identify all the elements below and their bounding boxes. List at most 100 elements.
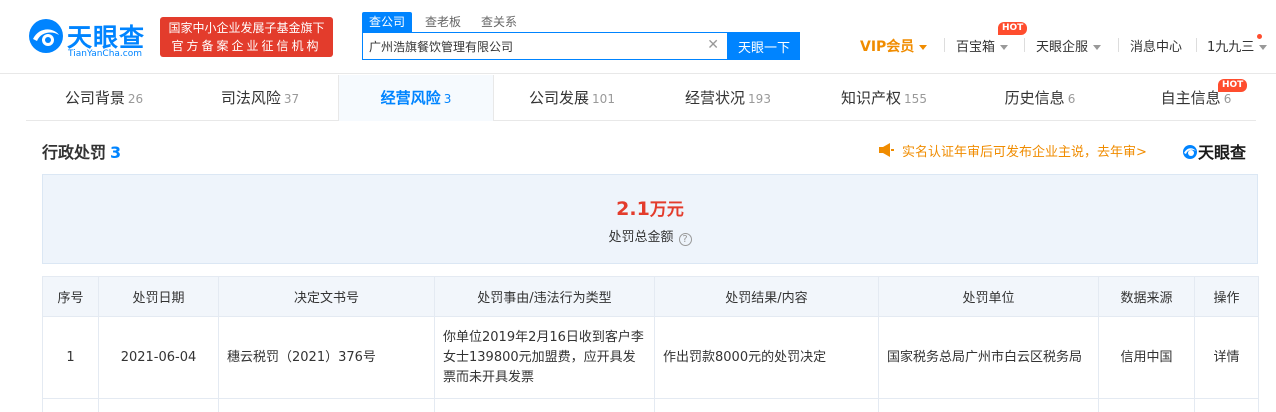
tianyancha-mini-logo: 天眼查 xyxy=(1182,139,1246,163)
tab-label: 自主信息 xyxy=(1160,89,1221,107)
cell-source: 信用中国 xyxy=(1098,316,1195,399)
search-tab-relation[interactable]: 查关系 xyxy=(474,12,524,32)
notification-dot xyxy=(1257,34,1262,39)
help-icon[interactable]: ? xyxy=(678,233,692,246)
hot-badge: HOT xyxy=(998,22,1028,35)
tab-company-development[interactable]: 公司发展 101 xyxy=(494,75,650,121)
logo-eye-icon xyxy=(29,19,63,53)
penalty-total-label: 处罚总金额? xyxy=(43,226,1257,246)
tab-count: 193 xyxy=(748,92,771,106)
search-button[interactable]: 天眼一下 xyxy=(728,32,800,60)
badge-line-1: 国家中小企业发展子基金旗下 xyxy=(168,21,325,35)
clear-icon[interactable]: ✕ xyxy=(707,37,719,53)
logo[interactable]: 天眼查 TianYanCha.com xyxy=(27,17,152,61)
top-header: 天眼查 TianYanCha.com 国家中小企业发展子基金旗下 官方备案企业征… xyxy=(0,0,1276,74)
vip-label: VIP会员 xyxy=(860,39,915,55)
chevron-down-icon xyxy=(1259,45,1268,50)
message-center-link[interactable]: 消息中心 xyxy=(1130,36,1182,55)
tab-company-background[interactable]: 公司背景 26 xyxy=(26,75,182,121)
annual-review-link[interactable]: 实名认证年审后可发布企业主说，去年审> xyxy=(902,141,1147,160)
search-type-tabs: 查公司 查老板 查关系 xyxy=(362,12,524,32)
column-header: 序号 xyxy=(42,276,99,317)
mini-logo-text: 天眼查 xyxy=(1198,143,1247,162)
divider xyxy=(1024,38,1025,52)
column-header: 数据来源 xyxy=(1098,276,1195,317)
divider xyxy=(944,38,945,52)
tab-count: 6 xyxy=(1223,92,1232,106)
search-tab-boss[interactable]: 查老板 xyxy=(418,12,468,32)
penalty-table: 序号 处罚日期 决定文书号 处罚事由/违法行为类型 处罚结果/内容 处罚单位 数… xyxy=(42,276,1259,412)
chevron-down-icon xyxy=(919,44,928,50)
divider xyxy=(1196,38,1197,52)
table-header-row: 序号 处罚日期 决定文书号 处罚事由/违法行为类型 处罚结果/内容 处罚单位 数… xyxy=(42,276,1259,317)
column-header: 操作 xyxy=(1194,276,1259,317)
cell-empty xyxy=(98,398,219,412)
tab-intellectual-property[interactable]: 知识产权 155 xyxy=(806,75,962,121)
column-header: 处罚单位 xyxy=(878,276,1099,317)
baibaoxiang-menu[interactable]: 百宝箱 xyxy=(956,36,1009,55)
tab-label: 知识产权 xyxy=(841,89,902,107)
official-badge: 国家中小企业发展子基金旗下 官方备案企业征信机构 xyxy=(160,17,333,57)
tab-history[interactable]: 历史信息 6 xyxy=(962,75,1118,121)
badge-line-2: 官方备案企业征信机构 xyxy=(171,39,322,53)
tab-count: 26 xyxy=(127,92,144,106)
section-count: 3 xyxy=(110,143,122,162)
tab-count: 3 xyxy=(443,92,452,106)
cell-index: 1 xyxy=(42,316,99,399)
tab-label: 司法风险 xyxy=(220,89,281,107)
logo-eye-icon xyxy=(1183,145,1197,159)
column-header: 处罚日期 xyxy=(98,276,219,317)
cell-empty xyxy=(1098,398,1195,412)
tab-operating-risk[interactable]: 经营风险 3 xyxy=(338,75,494,121)
cell-empty xyxy=(654,398,879,412)
tab-label: 经营状况 xyxy=(685,89,746,107)
qifu-menu[interactable]: 天眼企服 xyxy=(1036,36,1102,55)
divider xyxy=(1118,38,1119,52)
search-box: ✕ xyxy=(362,32,728,60)
column-header: 决定文书号 xyxy=(218,276,435,317)
tab-label: 公司发展 xyxy=(529,89,590,107)
penalty-total-amount: 2.1万元 xyxy=(43,195,1257,220)
search-input[interactable] xyxy=(369,36,699,56)
details-link[interactable]: 详情 xyxy=(1194,316,1259,399)
tab-label: 历史信息 xyxy=(1004,89,1065,107)
cell-empty xyxy=(878,398,1099,412)
tab-judicial-risk[interactable]: 司法风险 37 xyxy=(182,75,338,121)
tab-label: 经营风险 xyxy=(380,89,441,107)
section-tabs: 公司背景 26 司法风险 37 经营风险 3 公司发展 101 经营状况 193 知识产权… xyxy=(26,75,1256,121)
tab-count: 101 xyxy=(592,92,615,106)
tab-count: 6 xyxy=(1067,92,1076,106)
tab-self-info[interactable]: 自主信息 6 xyxy=(1118,75,1274,121)
cell-reason: 你单位2019年2月16日收到客户李女士139800元加盟费，应开具发票而未开具… xyxy=(434,316,655,399)
cell-document-number: 穗云税罚（2021）376号 xyxy=(218,316,435,399)
section-title-text: 行政处罚 xyxy=(42,143,107,162)
cell-empty xyxy=(42,398,99,412)
search-tab-company[interactable]: 查公司 xyxy=(362,12,413,32)
section-title: 行政处罚 3 xyxy=(42,139,121,163)
chevron-down-icon xyxy=(1093,45,1102,50)
table-row: 1 2021-06-04 穗云税罚（2021）376号 你单位2019年2月16… xyxy=(42,316,1259,399)
column-header: 处罚结果/内容 xyxy=(654,276,879,317)
tab-label: 公司背景 xyxy=(64,89,125,107)
table-row xyxy=(42,398,1259,412)
label-text: 处罚总金额 xyxy=(608,230,674,245)
column-header: 处罚事由/违法行为类型 xyxy=(434,276,655,317)
vip-menu[interactable]: VIP会员 xyxy=(860,36,928,56)
tab-count: 37 xyxy=(283,92,300,106)
tab-operating-status[interactable]: 经营状况 193 xyxy=(650,75,806,121)
chevron-down-icon xyxy=(1000,45,1009,50)
baibaoxiang-label: 百宝箱 xyxy=(956,40,996,55)
cell-organization: 国家税务总局广州市白云区税务局 xyxy=(878,316,1099,399)
logo-subtext: TianYanCha.com xyxy=(68,49,143,59)
tab-count: 155 xyxy=(904,92,927,106)
cell-empty xyxy=(218,398,435,412)
cell-result: 作出罚款8000元的处罚决定 xyxy=(654,316,879,399)
amount-unit: 万元 xyxy=(649,200,684,220)
cell-date: 2021-06-04 xyxy=(98,316,219,399)
user-name: 1九九三 xyxy=(1207,40,1255,55)
cell-empty xyxy=(434,398,655,412)
amount-value: 2.1 xyxy=(616,198,650,220)
qifu-label: 天眼企服 xyxy=(1036,40,1089,55)
megaphone-icon xyxy=(879,143,894,157)
cell-empty xyxy=(1194,398,1259,412)
